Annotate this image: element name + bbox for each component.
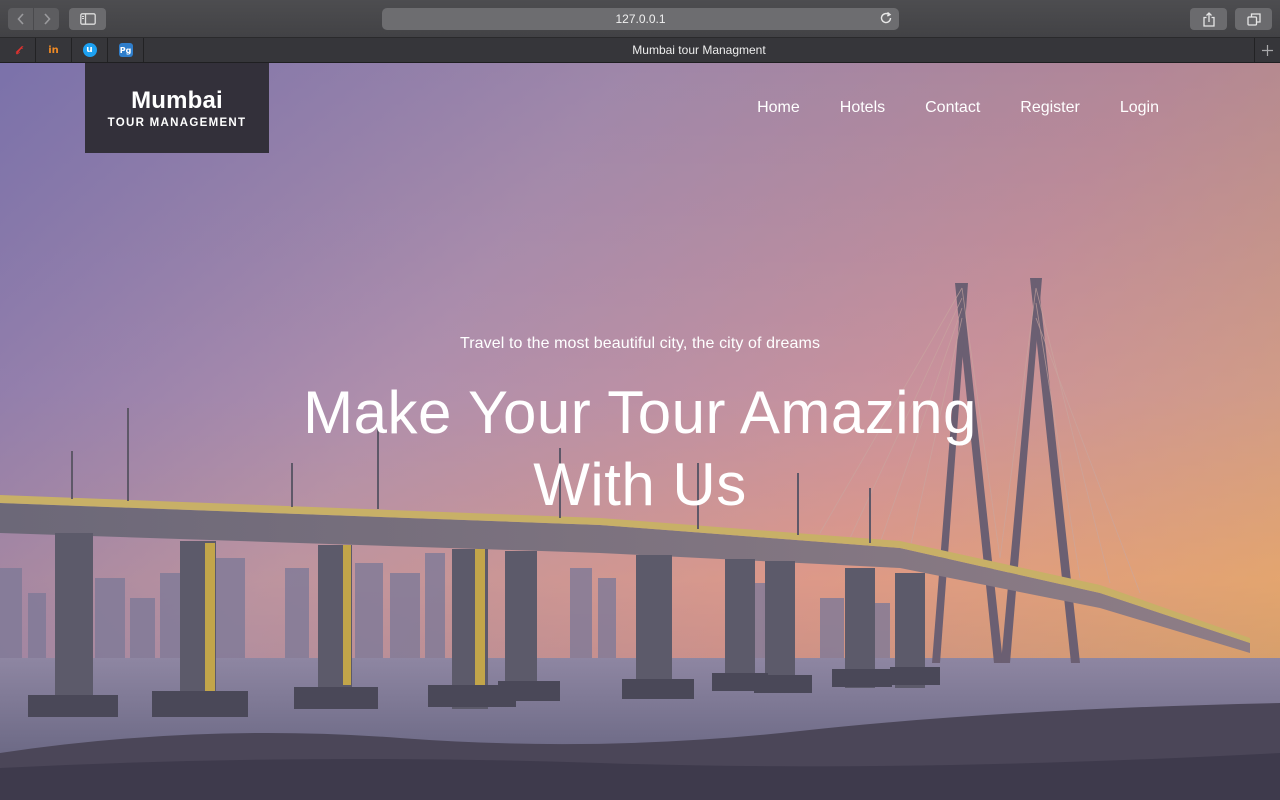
nav-home[interactable]: Home bbox=[757, 99, 800, 117]
pinned-tab-2[interactable]: in bbox=[36, 38, 72, 62]
pg-icon: Pg bbox=[118, 43, 133, 57]
sidebar-button[interactable] bbox=[69, 8, 106, 30]
hero-tagline: Travel to the most beautiful city, the c… bbox=[459, 335, 821, 352]
new-tab-button[interactable] bbox=[1254, 38, 1280, 62]
brand-name: Mumbai bbox=[131, 86, 223, 114]
chevron-right-icon bbox=[43, 13, 51, 25]
invision-icon: in bbox=[48, 44, 59, 56]
brand-subtitle: TOUR MANAGEMENT bbox=[107, 116, 247, 129]
pinned-tab-1[interactable]: 𝓉 bbox=[0, 38, 36, 62]
hero-headline: Make Your Tour Amazing With Us bbox=[303, 379, 977, 518]
history-buttons bbox=[8, 8, 59, 30]
address-bar[interactable]: 127.0.0.1 bbox=[382, 8, 899, 30]
plus-icon bbox=[1262, 44, 1273, 56]
address-text: 127.0.0.1 bbox=[615, 12, 666, 26]
pinned-tab-4[interactable]: Pg bbox=[108, 38, 144, 62]
hero-section: Travel to the most beautiful city, the c… bbox=[0, 335, 1280, 521]
nav-login[interactable]: Login bbox=[1120, 99, 1159, 117]
browser-toolbar: 127.0.0.1 bbox=[0, 0, 1280, 38]
nav-contact[interactable]: Contact bbox=[925, 99, 980, 117]
tweetdeck-icon: u bbox=[82, 43, 97, 57]
forward-button[interactable] bbox=[33, 8, 59, 30]
back-button[interactable] bbox=[8, 8, 33, 30]
toolbox-icon: 𝓉 bbox=[15, 42, 20, 57]
pinned-tab-3[interactable]: u bbox=[72, 38, 108, 62]
nav-register[interactable]: Register bbox=[1020, 99, 1080, 117]
share-button[interactable] bbox=[1190, 8, 1227, 30]
main-nav: Home Hotels Contact Register Login bbox=[757, 99, 1159, 117]
chevron-left-icon bbox=[16, 13, 24, 25]
tab-bar: 𝓉 in u Pg Mumbai tour Managment bbox=[0, 38, 1280, 63]
reload-icon[interactable] bbox=[879, 11, 893, 28]
share-icon bbox=[1202, 11, 1215, 27]
site-logo[interactable]: Mumbai TOUR MANAGEMENT bbox=[85, 63, 269, 153]
tabs-icon bbox=[1246, 12, 1261, 26]
tab-active[interactable]: Mumbai tour Managment bbox=[144, 38, 1254, 62]
tabs-overview-button[interactable] bbox=[1235, 8, 1272, 30]
sidebar-icon bbox=[79, 13, 96, 25]
page-viewport: Mumbai TOUR MANAGEMENT Home Hotels Conta… bbox=[0, 63, 1280, 800]
nav-hotels[interactable]: Hotels bbox=[840, 99, 885, 117]
tab-title: Mumbai tour Managment bbox=[632, 43, 766, 57]
